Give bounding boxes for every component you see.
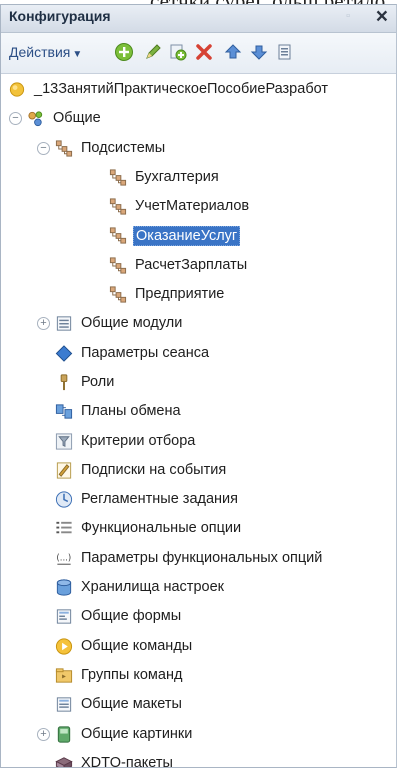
config-root-icon	[9, 82, 25, 97]
collapse-icon[interactable]: −	[9, 112, 22, 126]
panel-title: Конфигурация	[9, 8, 111, 24]
expand-icon[interactable]: +	[37, 317, 50, 331]
common-icon	[28, 111, 43, 127]
functional-option-params-icon: (...)	[56, 553, 71, 565]
tree-item[interactable]: _13ЗанятийПрактическоеПособиеРазработ	[1, 75, 396, 104]
tree-item-label: Планы обмена	[81, 403, 181, 420]
functional-options-icon	[56, 522, 72, 534]
common-pictures-icon	[57, 725, 71, 743]
settings-storages-icon	[56, 579, 72, 596]
tree-item[interactable]: УчетМатериалов	[1, 192, 396, 221]
tree-item[interactable]: Хранилища настроек	[1, 573, 396, 602]
tree-item[interactable]: РасчетЗарплаты	[1, 251, 396, 280]
panel-titlebar: Конфигурация ▫ ×	[1, 5, 396, 33]
close-button[interactable]: ×	[376, 5, 388, 29]
edit-icon[interactable]	[143, 42, 163, 62]
tree-item-label: УчетМатериалов	[135, 198, 250, 215]
configuration-tree: _13ЗанятийПрактическоеПособиеРазработ − Об…	[1, 75, 396, 767]
tree-item[interactable]: Параметры сеанса	[1, 339, 396, 368]
common-modules-icon	[56, 316, 72, 331]
pin-icon[interactable]: ▫	[346, 10, 350, 22]
tree-item[interactable]: Общие макеты	[1, 690, 396, 719]
subsystem-icon	[109, 169, 127, 186]
tree-item-label: Параметры сеанса	[81, 344, 210, 361]
tree-item[interactable]: ОказаниеУслуг	[1, 221, 396, 250]
tree-item-label: Общие команды	[81, 637, 193, 654]
tree-item-label: Подсистемы	[81, 139, 166, 156]
move-up-icon[interactable]	[223, 42, 243, 62]
common-templates-icon	[56, 697, 72, 712]
tree-item[interactable]: Функциональные опции	[1, 514, 396, 543]
tree-item[interactable]: Общие команды	[1, 632, 396, 661]
tree-item-label: Общие картинки	[81, 725, 193, 742]
filter-criteria-icon	[55, 432, 73, 450]
move-down-icon[interactable]	[249, 42, 269, 62]
tree-item-label: Роли	[81, 373, 115, 390]
tree-item-label: Общие	[53, 110, 101, 127]
tree-item[interactable]: − Общие	[1, 104, 396, 133]
tree-item-label: РасчетЗарплаты	[135, 256, 248, 273]
tree-item-label: Общие макеты	[81, 696, 182, 713]
tree-item-label: Группы команд	[81, 666, 183, 683]
list-icon[interactable]	[275, 42, 295, 62]
tree-item[interactable]: XDTO-пакеты	[1, 749, 396, 767]
tree-item-label: Функциональные опции	[81, 520, 242, 537]
configuration-panel: Конфигурация ▫ × Действия ▼ _13ЗанятийПр…	[0, 4, 397, 768]
svg-text:(...): (...)	[56, 553, 71, 563]
tree-item[interactable]: + Общие модули	[1, 309, 396, 338]
exchange-plans-icon	[55, 404, 73, 419]
subsystem-icon	[109, 286, 127, 303]
tree-item[interactable]: − Подсистемы	[1, 134, 396, 163]
collapse-icon[interactable]: −	[37, 141, 50, 155]
tree-item-label: _13ЗанятийПрактическоеПособиеРазработ	[34, 81, 329, 97]
tree-item-label: Общие формы	[81, 608, 182, 625]
actions-menu-button[interactable]: Действия ▼	[9, 44, 82, 60]
tree-item-label: Регламентные задания	[81, 491, 238, 508]
tree-item[interactable]: (...) Параметры функциональных опций	[1, 544, 396, 573]
tree-item[interactable]: Роли	[1, 368, 396, 397]
tree-item-label: ОказаниеУслуг	[133, 226, 241, 247]
subsystems-icon	[55, 140, 73, 157]
tree-item[interactable]: Регламентные задания	[1, 485, 396, 514]
expand-icon[interactable]: +	[37, 727, 50, 741]
tree-item[interactable]: + Общие картинки	[1, 720, 396, 749]
panel-toolbar: Действия ▼	[1, 33, 396, 74]
tree-item[interactable]: Группы команд	[1, 661, 396, 690]
subsystem-icon	[109, 198, 127, 215]
roles-icon	[60, 374, 68, 391]
tree-item-label: Хранилища настроек	[81, 579, 224, 596]
tree-item-label: Подписки на события	[81, 461, 227, 478]
chevron-down-icon: ▼	[72, 49, 83, 60]
copy-icon[interactable]	[168, 42, 188, 62]
tree-item-label: Бухгалтерия	[135, 168, 219, 185]
command-groups-icon	[55, 668, 73, 683]
common-commands-icon	[55, 638, 73, 655]
add-icon[interactable]	[114, 42, 134, 62]
common-forms-icon	[56, 609, 72, 624]
tree-item[interactable]: Общие формы	[1, 602, 396, 631]
tree-item[interactable]: Планы обмена	[1, 397, 396, 426]
tree-item-label: Предприятие	[135, 286, 225, 303]
session-params-icon	[55, 344, 73, 362]
tree-item-label: Общие модули	[81, 315, 183, 332]
tree-item[interactable]: Бухгалтерия	[1, 163, 396, 192]
event-subscriptions-icon	[56, 462, 72, 479]
actions-label: Действия	[9, 44, 71, 60]
tree-item-label: Критерии отбора	[81, 432, 196, 449]
delete-icon[interactable]	[194, 42, 214, 62]
tree-item-label: Параметры функциональных опций	[81, 549, 323, 566]
scheduled-jobs-icon	[55, 491, 73, 508]
subsystem-icon	[109, 227, 127, 245]
subsystem-icon	[109, 257, 127, 274]
tree-item[interactable]: Критерии отбора	[1, 427, 396, 456]
tree-item[interactable]: Подписки на события	[1, 456, 396, 485]
tree-item[interactable]: Предприятие	[1, 280, 396, 309]
